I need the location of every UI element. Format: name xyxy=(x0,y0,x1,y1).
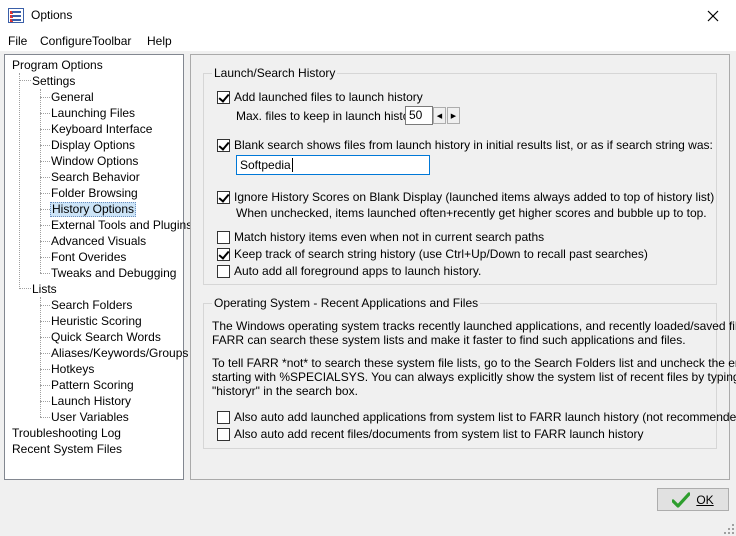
tree-line xyxy=(40,161,50,162)
tree-line xyxy=(19,73,20,289)
checkmark-icon xyxy=(672,491,691,508)
max-files-decrease-button[interactable]: ◀ xyxy=(433,107,446,124)
tree-line xyxy=(40,321,50,322)
tree-line xyxy=(40,225,50,226)
os-paragraph-2-line-1: To tell FARR *not* to search these syste… xyxy=(212,356,736,370)
ok-label: OK xyxy=(696,492,714,507)
tree-item-advanced-visuals[interactable]: Advanced Visuals xyxy=(50,234,147,249)
tree-line xyxy=(40,417,50,418)
tree-line xyxy=(40,145,50,146)
ignore-history-scores-note: When unchecked, items launched often+rec… xyxy=(236,206,707,220)
group-title-operating-system: Operating System - Recent Applications a… xyxy=(212,296,481,310)
tree-item-search-behavior[interactable]: Search Behavior xyxy=(50,170,141,185)
tree-line xyxy=(40,97,50,98)
os-paragraph-2-line-3: "historyr" in the search box. xyxy=(212,384,358,398)
triangle-right-icon: ▶ xyxy=(450,112,457,120)
auto-add-foreground-checkbox[interactable] xyxy=(217,265,230,278)
ok-button[interactable]: OK xyxy=(657,488,729,511)
close-button[interactable] xyxy=(690,0,736,31)
options-app-icon xyxy=(8,8,24,23)
tree-line xyxy=(40,273,50,274)
tree-item-program-options[interactable]: Program Options xyxy=(11,58,104,73)
tree-item-search-folders[interactable]: Search Folders xyxy=(50,298,133,313)
tree-item-external-tools-and-plugins[interactable]: External Tools and Plugins xyxy=(50,218,193,233)
ignore-history-scores-label: Ignore History Scores on Blank Display (… xyxy=(234,190,715,204)
resize-grip[interactable] xyxy=(724,524,734,534)
tree-line xyxy=(40,385,50,386)
tree-item-recent-system-files[interactable]: Recent System Files xyxy=(11,442,123,457)
tree-item-pattern-scoring[interactable]: Pattern Scoring xyxy=(50,378,135,393)
tree-item-display-options[interactable]: Display Options xyxy=(50,138,136,153)
group-title-launch-history: Launch/Search History xyxy=(212,66,338,80)
close-icon xyxy=(707,10,719,21)
tree-line xyxy=(40,297,41,417)
title-bar: Options xyxy=(0,0,736,31)
tree-item-aliases-keywords-groups[interactable]: Aliases/Keywords/Groups xyxy=(50,346,189,361)
add-launched-label: Add launched files to launch history xyxy=(234,90,423,104)
tree-line xyxy=(40,369,50,370)
menu-configure-toolbar[interactable]: ConfigureToolbar xyxy=(40,34,131,48)
tree-item-folder-browsing[interactable]: Folder Browsing xyxy=(50,186,139,201)
triangle-left-icon: ◀ xyxy=(436,112,443,120)
tree-line xyxy=(40,257,50,258)
tree-item-settings[interactable]: Settings xyxy=(31,74,76,89)
menu-bar: File ConfigureToolbar Help xyxy=(0,31,736,51)
tree-item-troubleshooting-log[interactable]: Troubleshooting Log xyxy=(11,426,122,441)
blank-search-string-value: Softpedia xyxy=(240,158,291,172)
tree-item-general[interactable]: General xyxy=(50,90,95,105)
match-history-items-checkbox[interactable] xyxy=(217,231,230,244)
tree-line xyxy=(40,337,50,338)
max-files-input[interactable]: 50 xyxy=(405,106,433,125)
blank-search-label: Blank search shows files from launch his… xyxy=(234,138,713,152)
max-files-label: Max. files to keep in launch history: xyxy=(236,109,423,123)
auto-add-apps-checkbox[interactable] xyxy=(217,411,230,424)
window-title: Options xyxy=(31,8,73,22)
tree-line xyxy=(40,129,50,130)
tree-line xyxy=(40,241,50,242)
max-files-increase-button[interactable]: ▶ xyxy=(447,107,460,124)
os-paragraph-1-line-2: FARR can search these system lists and m… xyxy=(212,333,686,347)
auto-add-apps-label: Also auto add launched applications from… xyxy=(234,410,736,424)
tree-item-launch-history[interactable]: Launch History xyxy=(50,394,132,409)
menu-help[interactable]: Help xyxy=(147,34,172,48)
ignore-history-scores-checkbox[interactable] xyxy=(217,191,230,204)
tree-line xyxy=(19,288,31,289)
tree-line xyxy=(40,209,50,210)
operating-system-group: Operating System - Recent Applications a… xyxy=(203,296,736,449)
blank-search-checkbox[interactable] xyxy=(217,139,230,152)
menu-file[interactable]: File xyxy=(8,34,27,48)
add-launched-checkbox[interactable] xyxy=(217,91,230,104)
blank-search-string-input[interactable]: Softpedia xyxy=(236,155,430,175)
tree-line xyxy=(40,113,50,114)
tree-line xyxy=(19,80,31,81)
options-panel: Launch/Search History Add launched files… xyxy=(190,54,736,480)
tree-item-heuristic-scoring[interactable]: Heuristic Scoring xyxy=(50,314,143,329)
tree-line xyxy=(40,353,50,354)
tree-item-hotkeys[interactable]: Hotkeys xyxy=(50,362,95,377)
os-paragraph-1-line-1: The Windows operating system tracks rece… xyxy=(212,319,736,333)
auto-add-docs-checkbox[interactable] xyxy=(217,428,230,441)
tree-line xyxy=(40,193,50,194)
tree-item-quick-search-words[interactable]: Quick Search Words xyxy=(50,330,162,345)
auto-add-foreground-label: Auto add all foreground apps to launch h… xyxy=(234,264,482,278)
os-paragraph-2-line-2: starting with %SPECIALSYS. You can alway… xyxy=(212,370,736,384)
tree-item-font-overides[interactable]: Font Overides xyxy=(50,250,127,265)
launch-search-history-group: Launch/Search History Add launched files… xyxy=(203,66,717,285)
tree-item-lists[interactable]: Lists xyxy=(31,282,58,297)
tree-item-history-options[interactable]: History Options xyxy=(50,202,137,217)
auto-add-docs-label: Also auto add recent files/documents fro… xyxy=(234,427,644,441)
tree-item-launching-files[interactable]: Launching Files xyxy=(50,106,136,121)
tree-line xyxy=(40,401,50,402)
tree-line xyxy=(40,177,50,178)
tree-item-keyboard-interface[interactable]: Keyboard Interface xyxy=(50,122,153,137)
tree-line xyxy=(40,305,50,306)
keep-track-history-checkbox[interactable] xyxy=(217,248,230,261)
tree-item-user-variables[interactable]: User Variables xyxy=(50,410,130,425)
tree-item-window-options[interactable]: Window Options xyxy=(50,154,139,169)
tree-item-tweaks-and-debugging[interactable]: Tweaks and Debugging xyxy=(50,266,177,281)
tree-line xyxy=(40,89,41,273)
keep-track-history-label: Keep track of search string history (use… xyxy=(234,247,648,261)
match-history-items-label: Match history items even when not in cur… xyxy=(234,230,545,244)
options-tree[interactable]: Program Options Settings General Launchin… xyxy=(4,54,192,480)
